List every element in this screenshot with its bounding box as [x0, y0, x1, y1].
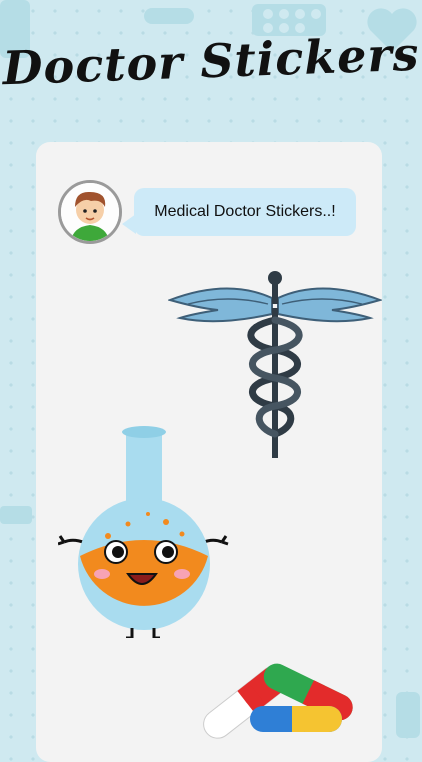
avatar[interactable] [58, 180, 122, 244]
app-title: Doctor Stickers [1, 26, 421, 96]
chemistry-flask-icon[interactable] [58, 424, 230, 638]
background-pill-icon [396, 692, 420, 738]
chat-message-bubble[interactable]: Medical Doctor Stickers..! [134, 188, 356, 236]
chat-message-text: Medical Doctor Stickers..! [154, 203, 336, 220]
boy-avatar-icon [61, 183, 119, 241]
medicine-capsules-icon[interactable] [196, 652, 358, 740]
background-bandage-icon [0, 506, 32, 524]
background-pill-icon [144, 8, 194, 24]
